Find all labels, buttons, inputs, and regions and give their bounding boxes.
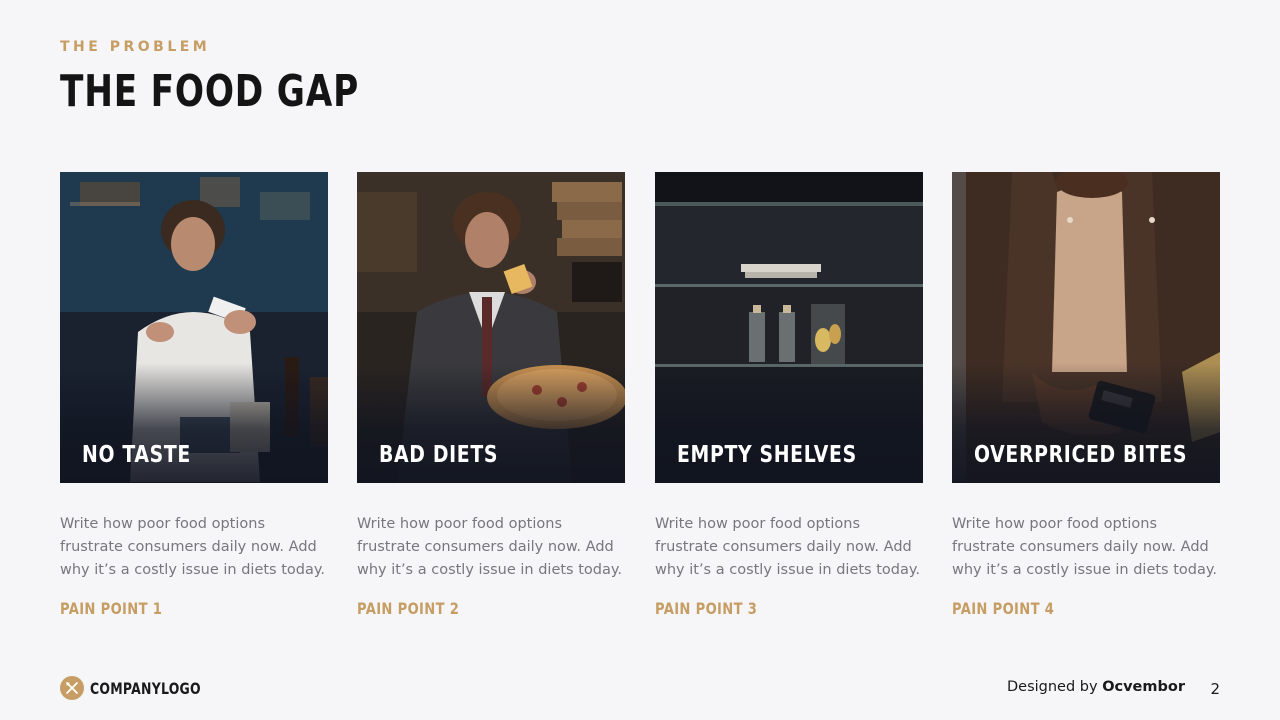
page-number: 2 bbox=[1210, 680, 1220, 698]
card-description: Write how poor food options frustrate co… bbox=[952, 516, 1217, 578]
company-logo: COMPANYLOGO bbox=[60, 676, 232, 700]
pain-point-card: OVERPRICED BITES Write how poor food opt… bbox=[952, 172, 1220, 618]
designed-by-prefix: Designed by bbox=[1006, 679, 1098, 695]
pain-point-label: PAIN POINT 3 bbox=[655, 599, 758, 618]
card-payment-photo: OVERPRICED BITES bbox=[952, 172, 1220, 483]
card-description: Write how poor food options frustrate co… bbox=[655, 516, 920, 578]
pain-point-label: PAIN POINT 1 bbox=[60, 599, 163, 618]
card-description: Write how poor food options frustrate co… bbox=[357, 516, 622, 578]
pain-point-card: EMPTY SHELVES Write how poor food option… bbox=[655, 172, 923, 618]
card-description: Write how poor food options frustrate co… bbox=[60, 516, 325, 578]
page-title: THE FOOD GAP bbox=[60, 66, 360, 117]
card-caption: EMPTY SHELVES bbox=[677, 442, 857, 468]
pain-point-label: PAIN POINT 4 bbox=[952, 599, 1055, 618]
pain-point-card: BAD DIETS Write how poor food options fr… bbox=[357, 172, 625, 618]
designed-by-credit: Designed by Ocvembor bbox=[1007, 679, 1185, 695]
designer-brand: Ocvembor bbox=[1102, 679, 1185, 695]
empty-shelf-photo: EMPTY SHELVES bbox=[655, 172, 923, 483]
company-logo-text: COMPANYLOGO bbox=[90, 678, 201, 698]
man-eating-pizza-photo: BAD DIETS bbox=[357, 172, 625, 483]
section-eyebrow: THE PROBLEM bbox=[60, 39, 211, 55]
pain-point-label: PAIN POINT 2 bbox=[357, 599, 460, 618]
card-caption: NO TASTE bbox=[82, 442, 191, 468]
card-caption: OVERPRICED BITES bbox=[974, 442, 1188, 468]
fork-knife-icon bbox=[60, 676, 84, 700]
card-caption: BAD DIETS bbox=[379, 442, 499, 468]
pain-point-cards: NO TASTE Write how poor food options fru… bbox=[60, 172, 1220, 632]
woman-eating-photo: NO TASTE bbox=[60, 172, 328, 483]
pain-point-card: NO TASTE Write how poor food options fru… bbox=[60, 172, 328, 618]
